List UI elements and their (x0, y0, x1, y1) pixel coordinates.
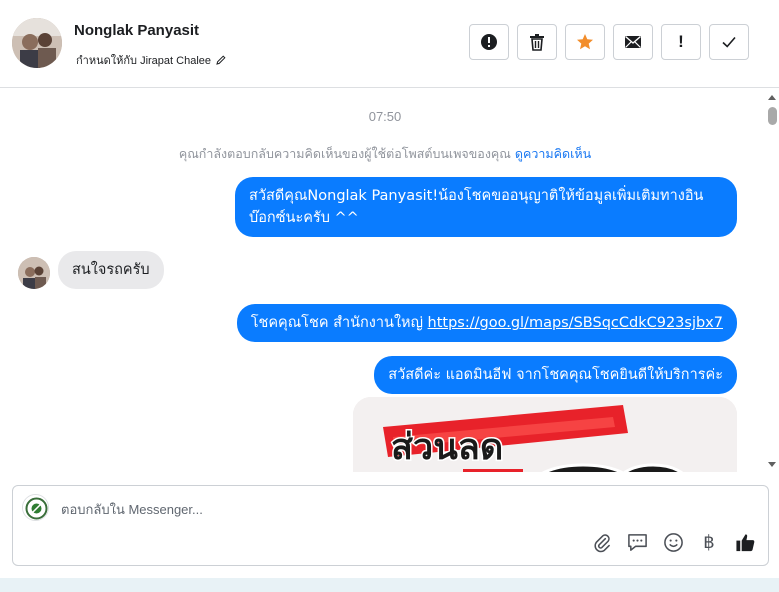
conversation-toolbar: ! (469, 24, 749, 60)
scroll-thumb[interactable] (768, 107, 777, 125)
payment-button[interactable]: ฿ (698, 531, 720, 553)
attach-button[interactable] (590, 531, 612, 553)
scroll-up-arrow-icon[interactable] (768, 95, 776, 100)
exclamation-icon: ! (678, 32, 684, 51)
message-timestamp: 07:50 (368, 109, 402, 124)
promo-image[interactable]: ส่วนลด (353, 397, 737, 472)
saved-replies-button[interactable] (626, 531, 648, 553)
envelope-icon (625, 35, 641, 48)
emoji-button[interactable] (662, 531, 684, 553)
conversation-header: Nonglak Panyasit กำหนดให้กับ Jirapat Cha… (0, 0, 779, 88)
reply-input[interactable] (61, 499, 701, 519)
reply-composer: ฿ (12, 485, 769, 566)
notice-text: คุณกำลังตอบกลับความคิดเห็นของผู้ใช้ต่อโพ… (178, 146, 511, 161)
message-bubble-outgoing[interactable]: สวัสดีคุณNonglak Panyasit!น้องโชคขออนุญา… (235, 177, 737, 237)
composer-tools: ฿ (590, 531, 756, 553)
message-text: สวัสดีคุณNonglak Panyasit!น้องโชคขออนุญา… (249, 188, 704, 226)
page-avatar (22, 494, 49, 521)
message-bubble-incoming[interactable]: สนใจรถครับ (58, 251, 164, 289)
saved-reply-icon (627, 533, 647, 551)
messenger-inbox: Nonglak Panyasit กำหนดให้กับ Jirapat Cha… (0, 0, 779, 592)
pencil-icon[interactable] (215, 54, 227, 66)
assignee-text: กำหนดให้กับ Jirapat Chalee (76, 55, 212, 67)
mark-done-button[interactable] (709, 24, 749, 60)
thread-scrollbar[interactable] (765, 89, 779, 472)
message-thread[interactable]: 07:50 คุณกำลังตอบกลับความคิดเห็นของผู้ใช… (0, 89, 779, 472)
follow-up-button[interactable]: ! (661, 24, 701, 60)
delete-button[interactable] (517, 24, 557, 60)
paperclip-icon (593, 533, 610, 552)
assignee-row[interactable]: กำหนดให้กับ Jirapat Chalee (76, 51, 227, 69)
thumbs-up-icon (735, 533, 754, 551)
mark-spam-button[interactable] (469, 24, 509, 60)
message-text: โชคคุณโชค สำนักงานใหญ่ (250, 315, 428, 331)
scroll-down-arrow-icon[interactable] (768, 462, 776, 467)
mark-unread-button[interactable] (613, 24, 653, 60)
promo-image-text: ส่วนลด (391, 427, 503, 468)
message-bubble-outgoing[interactable]: สวัสดีค่ะ แอดมินอีฟ จากโชคคุณโชคยินดีให้… (374, 356, 737, 394)
alert-circle-icon (481, 34, 497, 50)
contact-avatar[interactable] (12, 18, 62, 68)
emoji-icon (663, 532, 683, 552)
star-icon (577, 34, 593, 50)
message-text: สวัสดีค่ะ แอดมินอีฟ จากโชคคุณโชคยินดีให้… (388, 367, 723, 383)
comment-reply-notice: คุณกำลังตอบกลับความคิดเห็นของผู้ใช้ต่อโพ… (0, 144, 770, 164)
maps-link[interactable]: https://goo.gl/maps/SBSqcCdkC923sjbx7 (428, 315, 723, 331)
check-icon (722, 36, 736, 48)
message-bubble-outgoing[interactable]: โชคคุณโชค สำนักงานใหญ่ https://goo.gl/ma… (236, 304, 737, 342)
trash-icon (530, 34, 544, 51)
contact-avatar-small[interactable] (18, 257, 50, 289)
like-button[interactable] (734, 531, 756, 553)
footer-strip (0, 578, 779, 592)
baht-icon: ฿ (703, 531, 715, 553)
view-comment-link[interactable]: ดูความคิดเห็น (515, 146, 591, 161)
contact-name[interactable]: Nonglak Panyasit (74, 22, 199, 39)
star-button[interactable] (565, 24, 605, 60)
message-text: สนใจรถครับ (72, 262, 150, 278)
